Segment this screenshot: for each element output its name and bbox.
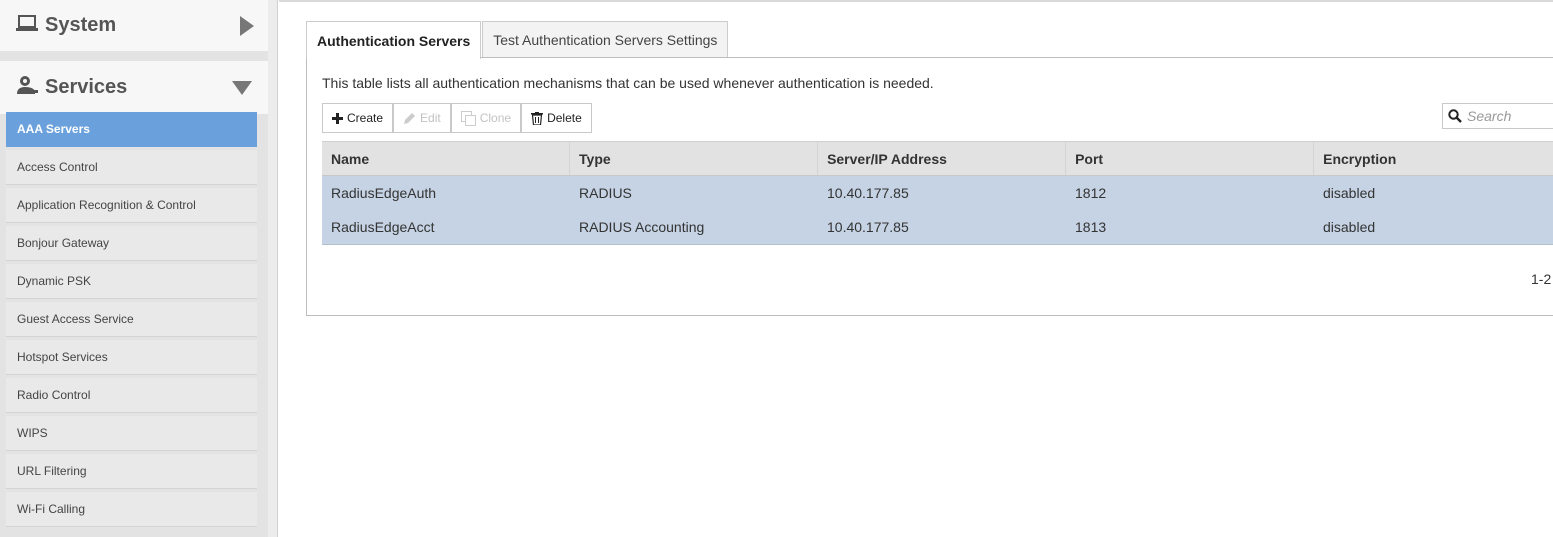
sidebar-item-application-recognition-control[interactable]: Application Recognition & Control (6, 188, 257, 223)
services-icon (15, 74, 39, 101)
table-cell: RADIUS Accounting (579, 219, 705, 235)
column-header[interactable]: Port (1066, 142, 1315, 175)
sidebar-item-url-filtering[interactable]: URL Filtering (6, 454, 257, 489)
sidebar-item-radio-control[interactable]: Radio Control (6, 378, 257, 413)
table-cell: RadiusEdgeAuth (331, 185, 437, 201)
sidebar-item-access-control[interactable]: Access Control (6, 150, 257, 185)
table-cell: RadiusEdgeAcct (331, 219, 435, 235)
services-menu: AAA Servers Access Control Application Rec… (6, 112, 257, 530)
search-icon (1448, 109, 1462, 123)
tab-bar: Authentication Servers Test Authenticati… (306, 21, 729, 59)
clone-icon (460, 110, 476, 126)
sidebar-splitter[interactable] (268, 0, 278, 537)
search-box (1442, 103, 1553, 129)
system-title: System (45, 14, 117, 36)
clone-button[interactable]: Clone (450, 103, 522, 133)
services-section-header[interactable]: Services (0, 61, 268, 114)
table-cell: RADIUS (579, 185, 632, 201)
expand-arrow-icon[interactable] (240, 16, 254, 36)
plus-icon (332, 112, 343, 124)
delete-button[interactable]: Delete (521, 103, 592, 133)
column-header[interactable]: Name (322, 142, 571, 175)
sidebar-item-bonjour-gateway[interactable]: Bonjour Gateway (6, 226, 257, 261)
table-row[interactable]: RadiusEdgeAcct RADIUS Accounting 10.40.177… (322, 210, 1553, 244)
table-body: RadiusEdgeAuth RADIUS 10.40.177.85 1812 disa… (322, 176, 1553, 245)
search-input[interactable] (1467, 108, 1553, 124)
trash-icon (531, 111, 544, 125)
sidebar-item-wips[interactable]: WIPS (6, 416, 257, 451)
tab-test-authentication-servers-settings[interactable]: Test Authentication Servers Settings (482, 21, 729, 58)
column-header[interactable]: Type (570, 142, 819, 175)
sidebar-item-wi-fi-calling[interactable]: Wi-Fi Calling (6, 492, 257, 527)
main-content: Authentication Servers Test Authenticati… (279, 0, 1553, 537)
tab-authentication-servers[interactable]: Authentication Servers (306, 21, 482, 59)
table-description: This table lists all authentication mech… (322, 75, 934, 91)
create-button[interactable]: Create (322, 103, 394, 133)
table-cell: 1813 (1075, 219, 1107, 235)
table-cell: 10.40.177.85 (827, 185, 909, 201)
collapse-arrow-icon[interactable] (232, 81, 252, 95)
delete-label: Delete (547, 111, 582, 125)
table-cell: 1812 (1075, 185, 1107, 201)
column-header[interactable]: Encryption (1314, 142, 1553, 175)
system-section-header[interactable]: System (0, 0, 268, 51)
table-row[interactable]: RadiusEdgeAuth RADIUS 10.40.177.85 1812 disa… (322, 176, 1553, 210)
table-cell: disabled (1323, 185, 1376, 201)
pagination-info: 1-2 (1531, 271, 1552, 287)
laptop-icon (15, 14, 39, 37)
tab-panel: This table lists all authentication mech… (306, 57, 1553, 316)
clone-label: Clone (479, 111, 512, 125)
sidebar: System Services AAA Servers Access Contro… (0, 0, 268, 537)
pencil-icon (404, 112, 416, 124)
toolbar: Create Edit Clone Delete (322, 103, 592, 133)
servers-table: Name Type Server/IP Address Port Encryption … (322, 141, 1553, 245)
table-cell: disabled (1323, 219, 1376, 235)
services-title: Services (45, 76, 128, 98)
table-header: Name Type Server/IP Address Port Encryption (322, 141, 1553, 176)
edit-button[interactable]: Edit (393, 103, 451, 133)
create-label: Create (347, 111, 384, 125)
column-header[interactable]: Server/IP Address (818, 142, 1067, 175)
sidebar-item-guest-access-service[interactable]: Guest Access Service (6, 302, 257, 337)
sidebar-item-dynamic-psk[interactable]: Dynamic PSK (6, 264, 257, 299)
table-cell: 10.40.177.85 (827, 219, 909, 235)
sidebar-item-hotspot-services[interactable]: Hotspot Services (6, 340, 257, 375)
edit-label: Edit (420, 111, 441, 125)
sidebar-item-aaa-servers[interactable]: AAA Servers (6, 112, 257, 147)
